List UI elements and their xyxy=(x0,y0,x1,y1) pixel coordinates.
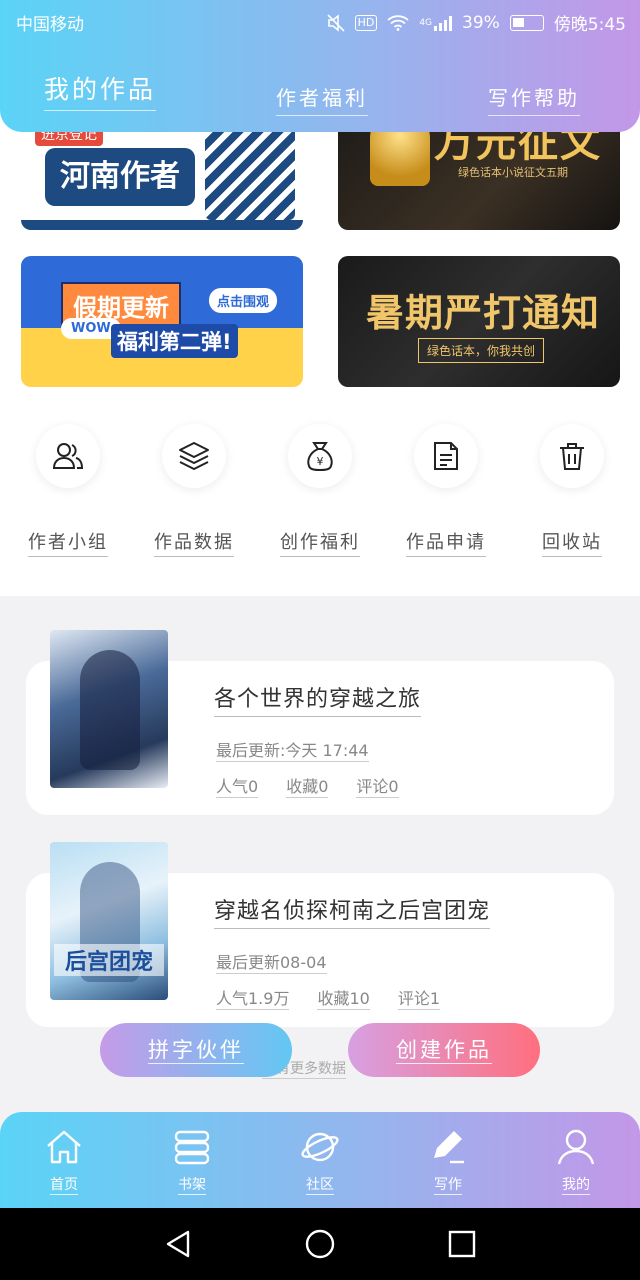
banner-subtitle: 绿色话本，你我共创 xyxy=(418,338,545,363)
nav-home[interactable]: 首页 xyxy=(24,1128,104,1195)
nav-bookshelf[interactable]: 书架 xyxy=(152,1128,232,1195)
tab-writing-help[interactable]: 写作帮助 xyxy=(488,82,580,116)
group-icon xyxy=(52,443,84,469)
banner-stripe xyxy=(21,220,303,230)
tab-my-works[interactable]: 我的作品 xyxy=(44,70,157,111)
nav-label: 我的 xyxy=(562,1174,590,1195)
hd-badge: HD xyxy=(354,14,378,31)
banner-title: 河南作者 xyxy=(45,148,195,206)
quick-action-label: 创作福利 xyxy=(280,528,360,557)
work-favorites: 收藏10 xyxy=(317,985,370,1010)
quick-action-label: 作品申请 xyxy=(406,528,486,557)
work-stats: 人气0 收藏0 评论0 xyxy=(216,773,399,798)
quick-action-author-group[interactable]: 作者小组 xyxy=(8,424,128,557)
user-icon xyxy=(557,1129,595,1165)
nav-label: 书架 xyxy=(178,1174,206,1195)
quick-action-creation-benefits[interactable]: ¥ 创作福利 xyxy=(260,424,380,557)
wifi-icon xyxy=(387,14,409,31)
banner-tag: 点击围观 xyxy=(208,288,277,313)
banner-illustration xyxy=(205,120,295,220)
quick-action-work-data[interactable]: 作品数据 xyxy=(134,424,254,557)
back-icon[interactable] xyxy=(162,1228,194,1260)
home-circle-icon[interactable] xyxy=(304,1228,336,1260)
quick-action-label: 作者小组 xyxy=(28,528,108,557)
work-title[interactable]: 穿越名侦探柯南之后宫团宠 xyxy=(214,893,491,929)
bottom-nav: 首页 书架 社区 写作 我的 xyxy=(0,1112,640,1208)
work-cover[interactable] xyxy=(50,630,168,788)
app-header: 中国移动 HD 4G 39% 傍晚5:45 我的作品 作者福利 写作帮助 xyxy=(0,0,640,132)
carrier-name: 中国移动 xyxy=(16,15,84,35)
banner-subtitle: 福利第二弹! xyxy=(111,324,238,358)
top-card: 进京登记 河南作者 万元征文 绿色话本小说征文五期 假期更新 点击围观 WOW … xyxy=(0,100,640,596)
home-icon xyxy=(47,1130,81,1164)
work-popularity: 人气1.9万 xyxy=(216,985,290,1010)
work-popularity: 人气0 xyxy=(216,773,259,798)
pen-icon xyxy=(434,1131,464,1164)
layers-icon xyxy=(179,442,209,470)
work-comments: 评论0 xyxy=(356,773,399,798)
recents-icon[interactable] xyxy=(446,1228,478,1260)
work-cover[interactable]: 后宫团宠 xyxy=(50,842,168,1000)
status-right: HD 4G 39% 傍晚5:45 xyxy=(326,10,626,35)
writing-partner-button[interactable]: 拼字伙伴 xyxy=(100,1023,292,1077)
svg-text:¥: ¥ xyxy=(317,455,324,468)
button-label: 创建作品 xyxy=(396,1038,492,1064)
bookshelf-icon xyxy=(174,1130,210,1165)
button-label: 拼字伙伴 xyxy=(148,1038,244,1064)
planet-icon xyxy=(301,1132,339,1162)
trash-icon xyxy=(560,443,584,470)
work-updated: 最后更新08-04 xyxy=(216,949,327,974)
document-icon xyxy=(434,442,458,470)
work-title[interactable]: 各个世界的穿越之旅 xyxy=(214,681,422,717)
banner-subtitle: 绿色话本小说征文五期 xyxy=(458,166,568,179)
system-nav-bar xyxy=(0,1208,640,1280)
quick-action-work-application[interactable]: 作品申请 xyxy=(386,424,506,557)
nav-label: 首页 xyxy=(50,1174,78,1195)
cover-title: 后宫团宠 xyxy=(54,944,164,976)
work-updated: 最后更新:今天 17:44 xyxy=(216,737,369,762)
work-comments: 评论1 xyxy=(397,985,441,1010)
nav-mine[interactable]: 我的 xyxy=(536,1128,616,1195)
cover-figure xyxy=(80,650,140,770)
battery-icon xyxy=(509,14,544,31)
work-favorites: 收藏0 xyxy=(286,773,329,798)
banner-summer-notice[interactable]: 暑期严打通知 绿色话本，你我共创 xyxy=(338,256,620,387)
create-work-button[interactable]: 创建作品 xyxy=(348,1023,540,1077)
quick-action-recycle-bin[interactable]: 回收站 xyxy=(512,424,632,557)
tab-author-benefits[interactable]: 作者福利 xyxy=(276,82,368,116)
clock: 傍晚5:45 xyxy=(553,15,626,35)
top-tabs: 我的作品 作者福利 写作帮助 xyxy=(0,70,640,116)
nav-label: 写作 xyxy=(434,1174,462,1195)
network-type: 4G xyxy=(419,17,433,28)
banner-title: 暑期严打通知 xyxy=(366,291,601,335)
nav-writing[interactable]: 写作 xyxy=(408,1128,488,1195)
signal-icon xyxy=(434,15,453,31)
status-bar: 中国移动 HD 4G 39% 傍晚5:45 xyxy=(0,0,640,46)
quick-action-label: 作品数据 xyxy=(154,528,234,557)
mute-icon xyxy=(326,13,345,32)
quick-action-label: 回收站 xyxy=(542,528,602,557)
nav-community[interactable]: 社区 xyxy=(280,1128,360,1195)
banner-holiday-update[interactable]: 假期更新 点击围观 WOW 福利第二弹! xyxy=(21,256,303,387)
money-bag-icon: ¥ xyxy=(307,442,333,472)
battery-percent: 39% xyxy=(462,12,500,33)
work-stats: 人气1.9万 收藏10 评论1 xyxy=(216,985,441,1010)
nav-label: 社区 xyxy=(306,1174,334,1195)
